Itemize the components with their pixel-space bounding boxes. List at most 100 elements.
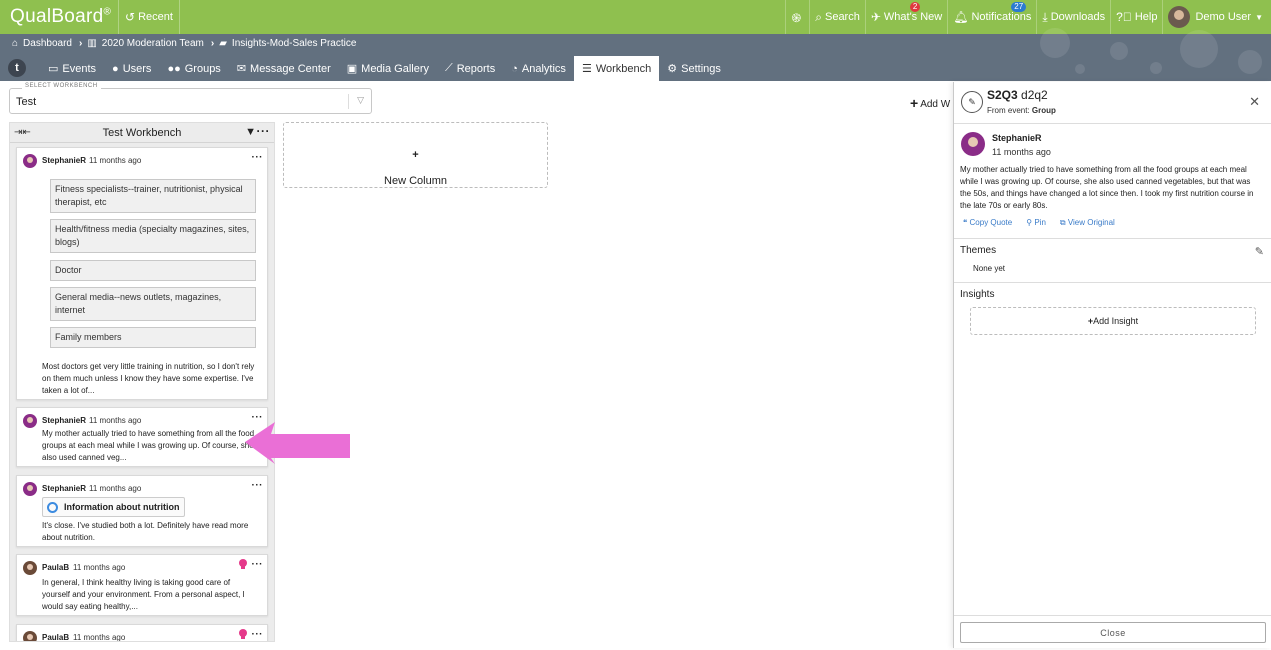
user-icon: ● <box>112 62 119 75</box>
view-original-link[interactable]: ⧉ View Original <box>1060 218 1122 228</box>
add-insight-button[interactable]: + Add Insight <box>970 307 1256 335</box>
main-tabs: t ▭ Events ● Users ●● Groups ✉ Message Cente… <box>8 56 729 81</box>
envelope-icon: ✉ <box>236 63 247 75</box>
app-logo[interactable]: QualBoard® <box>0 6 118 28</box>
calendar-icon: ▭ <box>48 63 59 75</box>
card-user[interactable]: PaulaB <box>42 633 69 641</box>
breadcrumb-project[interactable]: Insights-Mod-Sales Practice <box>232 38 357 49</box>
card-more-button[interactable]: ··· <box>252 480 264 491</box>
close-button[interactable]: Close <box>960 622 1266 643</box>
avatar <box>23 561 37 575</box>
avatar <box>23 414 37 428</box>
fingerprint-button[interactable]: ֍ <box>785 0 809 34</box>
tab-settings[interactable]: ⚙ Settings <box>659 56 729 81</box>
circle-icon <box>47 501 58 513</box>
panel-title: S2Q3 d2q2 <box>987 88 1048 102</box>
lightbulb-icon[interactable] <box>239 629 247 639</box>
card-time: 11 months ago <box>73 563 126 572</box>
avatar <box>1168 6 1191 28</box>
panel-actions: ❝ Copy Quote ⚲ Pin ⧉ View Original <box>963 218 1129 228</box>
copy-quote-link[interactable]: ❝ Copy Quote <box>963 218 1019 228</box>
whats-new-button[interactable]: ✈ What's New 2 <box>864 0 947 34</box>
column-more-button[interactable]: ··· <box>257 124 271 138</box>
new-column-button[interactable]: + New Column <box>283 122 548 188</box>
themes-value: None yet <box>973 264 1006 273</box>
panel-user[interactable]: StephanieR <box>992 133 1042 143</box>
detail-panel: ✎ S2Q3 d2q2 From event: Group ✕ Stephani… <box>953 82 1271 648</box>
megaphone-icon: ✈ <box>870 10 881 24</box>
breadcrumb: ⌂ Dashboard › ▥ 2020 Moderation Team › ▰… <box>12 38 361 49</box>
add-workbench-button[interactable]: + Add W <box>910 95 950 111</box>
tab-groups[interactable]: ●● Groups <box>159 56 228 81</box>
column-header: ⇥⇤ Test Workbench ▼ ··· <box>10 123 274 143</box>
response-card[interactable]: StephanieR 11 months ago ··· Fitness spe… <box>16 147 268 400</box>
select-divider <box>348 94 349 109</box>
card-user[interactable]: StephanieR <box>42 484 86 493</box>
recent-button[interactable]: ↺ Recent <box>118 0 180 34</box>
response-card[interactable]: StephanieR 11 months ago ··· Information… <box>16 475 268 547</box>
folder-icon: ▰ <box>219 38 227 49</box>
card-time: 11 months ago <box>89 416 142 425</box>
plus-icon: + <box>412 149 419 161</box>
download-icon: ⤓ <box>1042 9 1048 24</box>
filter-icon[interactable]: ▼ <box>245 126 256 138</box>
card-time: 11 months ago <box>89 484 142 493</box>
top-bar: QualBoard® ↺ Recent ֍ ⌕ Search ✈ What's New… <box>0 0 1271 34</box>
history-icon: ↺ <box>125 10 136 24</box>
lightbulb-icon[interactable] <box>239 559 247 569</box>
card-text: It's close. I've studied both a lot. Def… <box>42 521 249 542</box>
breadcrumb-dashboard[interactable]: Dashboard <box>23 38 72 49</box>
tab-message-center[interactable]: ✉ Message Center <box>229 56 339 81</box>
panel-header: ✎ S2Q3 d2q2 From event: Group ✕ <box>954 82 1271 124</box>
insights-heading: Insights <box>960 289 995 300</box>
themes-heading: Themes <box>960 245 997 256</box>
tab-users[interactable]: ● Users <box>104 56 159 81</box>
card-user[interactable]: StephanieR <box>42 156 86 165</box>
tab-media-gallery[interactable]: ▣ Media Gallery <box>339 56 437 81</box>
tab-analytics[interactable]: ◔ Analytics <box>503 56 574 81</box>
column-title: Test Workbench <box>102 127 182 139</box>
chevron-down-icon: ▽ <box>357 95 364 105</box>
divider <box>954 615 1271 616</box>
images-icon: ▣ <box>346 63 358 75</box>
answer-option: Family members <box>50 327 256 348</box>
bell-icon: 🔔︎ <box>953 10 969 24</box>
divider <box>954 282 1271 283</box>
breadcrumb-team[interactable]: 2020 Moderation Team <box>102 38 204 49</box>
plus-icon: + <box>910 95 919 111</box>
response-card[interactable]: PaulaB 11 months ago ··· In general, I t… <box>16 554 268 616</box>
tab-events[interactable]: ▭ Events <box>40 56 104 81</box>
workbench-select-value: Test <box>16 96 37 108</box>
tab-workbench[interactable]: ☰ Workbench <box>573 56 660 81</box>
list-icon: ☰ <box>581 63 592 75</box>
response-card[interactable]: PaulaB 11 months ago ··· <box>16 624 268 641</box>
card-more-button[interactable]: ··· <box>252 152 264 163</box>
chevron-down-icon: ▼ <box>1255 12 1263 22</box>
answer-option: Doctor <box>50 260 256 281</box>
t-logo-icon[interactable]: t <box>8 59 26 77</box>
card-more-button[interactable]: ··· <box>252 629 264 640</box>
notifications-button[interactable]: 🔔︎ Notifications 27 <box>947 0 1036 34</box>
user-menu[interactable]: Demo User ▼ <box>1162 0 1271 34</box>
card-more-button[interactable]: ··· <box>252 559 264 570</box>
response-card[interactable]: StephanieR 11 months ago ··· My mother a… <box>16 407 268 467</box>
search-icon: ⌕ <box>815 9 822 24</box>
close-icon[interactable]: ✕ <box>1249 94 1260 110</box>
pin-link[interactable]: ⚲ Pin <box>1026 218 1053 228</box>
help-button[interactable]: ?⃝ Help <box>1110 0 1162 34</box>
divider <box>954 238 1271 239</box>
avatar <box>23 154 37 168</box>
card-time: 11 months ago <box>89 156 142 165</box>
pencil-icon[interactable]: ✎ <box>1255 245 1264 258</box>
panel-response-text: My mother actually tried to have somethi… <box>960 165 1254 210</box>
theme-tag[interactable]: Information about nutrition <box>42 497 186 517</box>
panel-time: 11 months ago <box>992 147 1051 157</box>
workbench-select[interactable]: SELECT WORKBENCH Test ▽ <box>9 83 372 114</box>
search-button[interactable]: ⌕ Search <box>809 0 865 34</box>
tab-reports[interactable]: ⟋ Reports <box>437 56 503 81</box>
home-icon: ⌂ <box>12 38 19 49</box>
card-user[interactable]: StephanieR <box>42 416 86 425</box>
card-user[interactable]: PaulaB <box>42 563 69 572</box>
users-icon: ●● <box>167 62 181 75</box>
notifications-badge: 27 <box>1011 2 1027 12</box>
